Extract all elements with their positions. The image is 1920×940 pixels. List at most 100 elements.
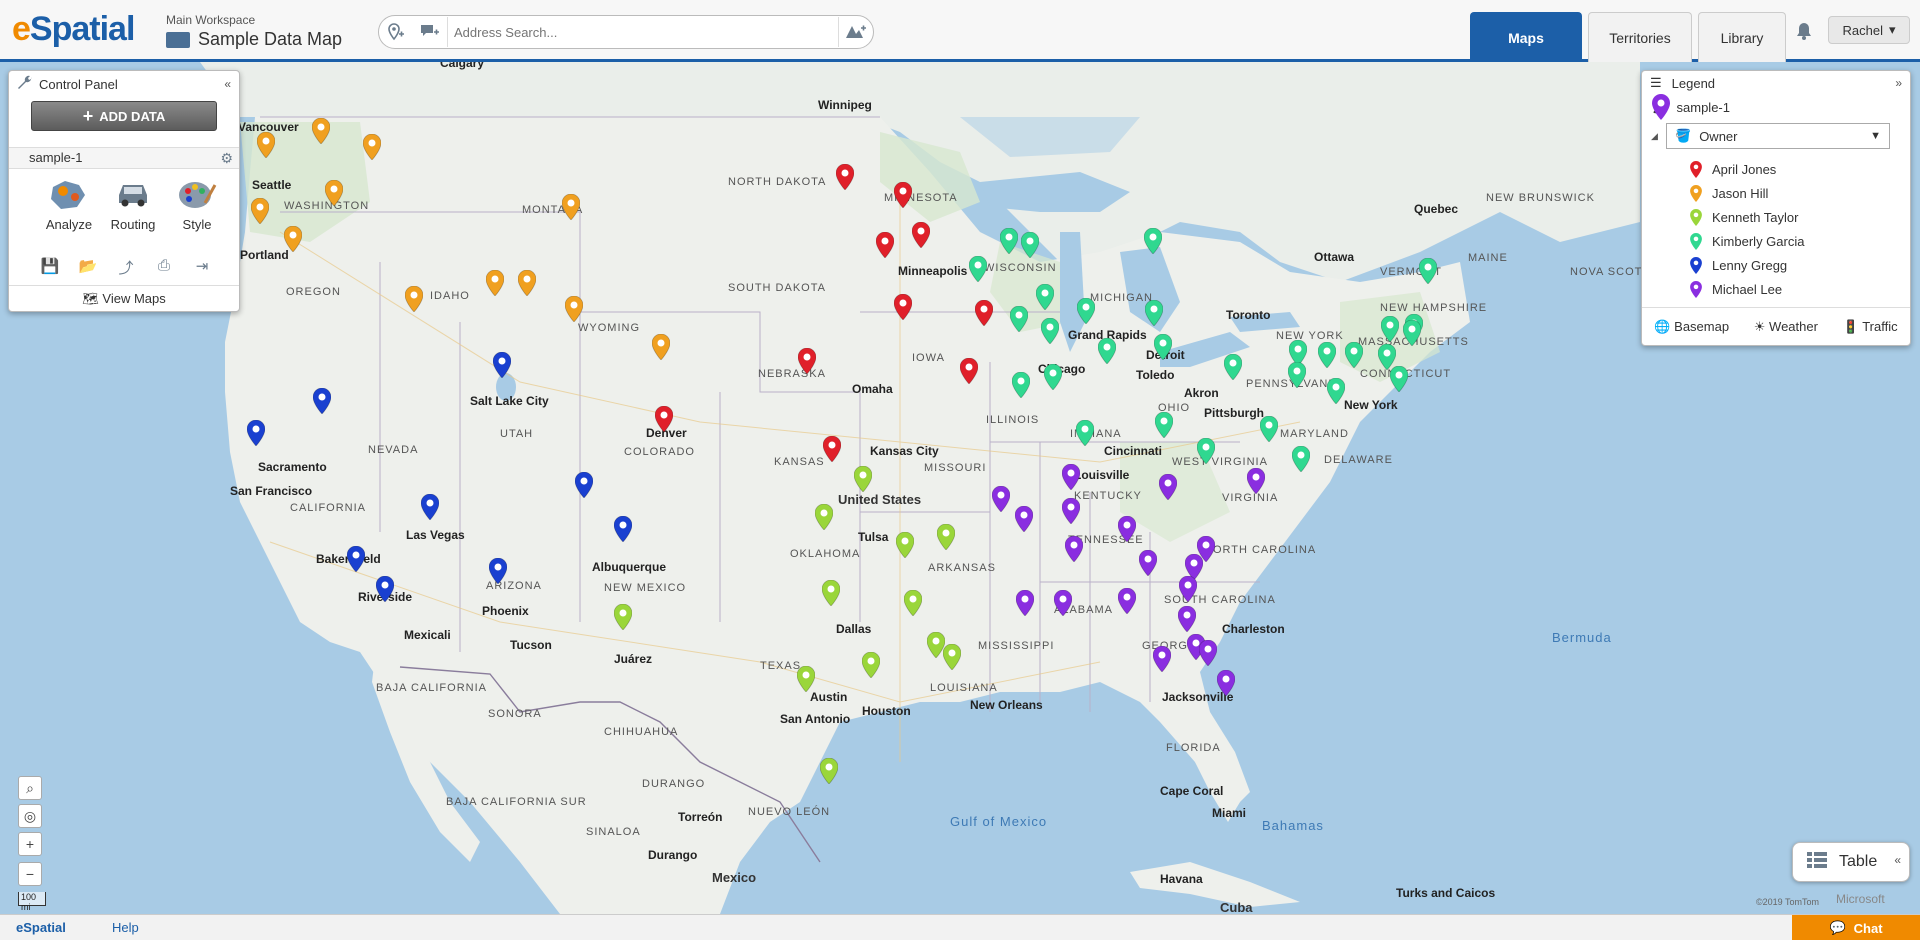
save-warning-icon[interactable]: 💾 bbox=[39, 257, 61, 277]
location-pin-icon[interactable] bbox=[655, 406, 673, 432]
footer-logo[interactable]: eSpatial bbox=[16, 920, 66, 935]
location-pin-icon[interactable] bbox=[421, 494, 439, 520]
location-pin-icon[interactable] bbox=[405, 286, 423, 312]
owner-select[interactable]: 🪣 Owner ▼ bbox=[1666, 123, 1890, 149]
location-pin-icon[interactable] bbox=[1010, 306, 1028, 332]
location-pin-icon[interactable] bbox=[486, 270, 504, 296]
tab-maps[interactable]: Maps bbox=[1470, 12, 1582, 62]
location-pin-icon[interactable] bbox=[904, 590, 922, 616]
traffic-button[interactable]: 🚦 Traffic bbox=[1843, 319, 1898, 335]
location-pin-icon[interactable] bbox=[1054, 590, 1072, 616]
basemap-button[interactable]: 🌐 Basemap bbox=[1654, 319, 1729, 335]
location-pin-icon[interactable] bbox=[614, 604, 632, 630]
print-icon[interactable]: ⎙ bbox=[153, 257, 175, 277]
location-pin-icon[interactable] bbox=[1260, 416, 1278, 442]
location-pin-icon[interactable] bbox=[313, 388, 331, 414]
location-pin-icon[interactable] bbox=[943, 644, 961, 670]
share-icon[interactable]: ⤴ bbox=[115, 257, 137, 277]
location-pin-icon[interactable] bbox=[1076, 420, 1094, 446]
location-pin-icon[interactable] bbox=[896, 532, 914, 558]
location-pin-icon[interactable] bbox=[284, 226, 302, 252]
location-pin-icon[interactable] bbox=[836, 164, 854, 190]
gear-icon[interactable]: ⚙ bbox=[220, 150, 233, 167]
espatial-logo[interactable]: eSpatial bbox=[12, 10, 135, 49]
location-pin-icon[interactable] bbox=[1155, 412, 1173, 438]
location-pin-icon[interactable] bbox=[614, 516, 632, 542]
legend-owner-item[interactable]: April Jones bbox=[1690, 161, 1776, 178]
location-pin-icon[interactable] bbox=[1381, 316, 1399, 342]
location-pin-icon[interactable] bbox=[493, 352, 511, 378]
location-pin-icon[interactable] bbox=[652, 334, 670, 360]
location-pin-icon[interactable] bbox=[823, 436, 841, 462]
location-pin-icon[interactable] bbox=[1036, 284, 1054, 310]
location-pin-icon[interactable] bbox=[1062, 498, 1080, 524]
legend-owner-item[interactable]: Jason Hill bbox=[1690, 185, 1768, 202]
location-pin-icon[interactable] bbox=[937, 524, 955, 550]
route-add-icon[interactable] bbox=[839, 16, 873, 48]
location-pin-icon[interactable] bbox=[1044, 364, 1062, 390]
location-pin-icon[interactable] bbox=[257, 132, 275, 158]
user-menu-button[interactable]: Rachel ▾ bbox=[1828, 16, 1910, 44]
location-pin-icon[interactable] bbox=[1179, 576, 1197, 602]
location-pin-icon[interactable] bbox=[518, 270, 536, 296]
location-pin-icon[interactable] bbox=[562, 194, 580, 220]
location-pin-icon[interactable] bbox=[912, 222, 930, 248]
location-pin-icon[interactable] bbox=[1419, 258, 1437, 284]
location-pin-icon[interactable] bbox=[1224, 354, 1242, 380]
comment-search-icon[interactable] bbox=[413, 16, 447, 48]
location-pin-icon[interactable] bbox=[1012, 372, 1030, 398]
view-maps-link[interactable]: 🗺 View Maps bbox=[9, 285, 239, 307]
location-pin-icon[interactable] bbox=[992, 486, 1010, 512]
location-pin-icon[interactable] bbox=[1153, 646, 1171, 672]
location-pin-icon[interactable] bbox=[797, 666, 815, 692]
export-icon[interactable]: ⇥ bbox=[191, 257, 213, 277]
folder-open-icon[interactable]: 📂 bbox=[77, 257, 99, 277]
location-pin-icon[interactable] bbox=[1065, 536, 1083, 562]
location-pin-icon[interactable] bbox=[854, 466, 872, 492]
map-canvas[interactable]: Calgary Winnipeg Vancouver Seattle Portl… bbox=[0, 62, 1920, 914]
collapse-panel-icon[interactable]: « bbox=[224, 77, 231, 91]
location-pin-icon[interactable] bbox=[1178, 606, 1196, 632]
add-data-button[interactable]: + ADD DATA bbox=[31, 101, 217, 131]
legend-owner-item[interactable]: Michael Lee bbox=[1690, 281, 1782, 298]
location-pin-icon[interactable] bbox=[820, 758, 838, 784]
location-pin-icon[interactable] bbox=[1015, 506, 1033, 532]
location-pin-icon[interactable] bbox=[1345, 342, 1363, 368]
location-pin-icon[interactable] bbox=[1327, 378, 1345, 404]
location-pin-icon[interactable] bbox=[1199, 640, 1217, 666]
location-pin-icon[interactable] bbox=[1217, 670, 1235, 696]
pin-search-icon[interactable] bbox=[379, 16, 413, 48]
zoom-box-button[interactable]: ⌕ bbox=[18, 776, 42, 800]
location-pin-icon[interactable] bbox=[1197, 438, 1215, 464]
location-pin-icon[interactable] bbox=[1318, 342, 1336, 368]
location-pin-icon[interactable] bbox=[1292, 446, 1310, 472]
location-pin-icon[interactable] bbox=[347, 546, 365, 572]
location-pin-icon[interactable] bbox=[1145, 300, 1163, 326]
location-pin-icon[interactable] bbox=[251, 198, 269, 224]
location-pin-icon[interactable] bbox=[1144, 228, 1162, 254]
location-pin-icon[interactable] bbox=[376, 576, 394, 602]
weather-button[interactable]: ☀ Weather bbox=[1754, 319, 1818, 335]
routing-tool[interactable]: Routing bbox=[101, 177, 165, 232]
zoom-out-button[interactable]: − bbox=[18, 862, 42, 886]
chat-button[interactable]: 💬 Chat bbox=[1792, 915, 1920, 940]
location-pin-icon[interactable] bbox=[1154, 334, 1172, 360]
tab-territories[interactable]: Territories bbox=[1588, 12, 1692, 62]
location-pin-icon[interactable] bbox=[822, 580, 840, 606]
location-pin-icon[interactable] bbox=[1000, 228, 1018, 254]
collapse-legend-icon[interactable]: » bbox=[1895, 76, 1902, 90]
locate-button[interactable]: ◎ bbox=[18, 804, 42, 828]
location-pin-icon[interactable] bbox=[1016, 590, 1034, 616]
location-pin-icon[interactable] bbox=[312, 118, 330, 144]
location-pin-icon[interactable] bbox=[894, 182, 912, 208]
expand-triangle-icon[interactable]: ◢ bbox=[1651, 131, 1658, 142]
bell-icon[interactable] bbox=[1796, 22, 1812, 45]
address-search-input[interactable] bbox=[447, 17, 839, 47]
location-pin-icon[interactable] bbox=[798, 348, 816, 374]
location-pin-icon[interactable] bbox=[325, 180, 343, 206]
location-pin-icon[interactable] bbox=[1098, 338, 1116, 364]
table-button[interactable]: Table « bbox=[1792, 842, 1910, 882]
legend-owner-item[interactable]: Kenneth Taylor bbox=[1690, 209, 1799, 226]
location-pin-icon[interactable] bbox=[975, 300, 993, 326]
style-tool[interactable]: Style bbox=[165, 177, 229, 232]
